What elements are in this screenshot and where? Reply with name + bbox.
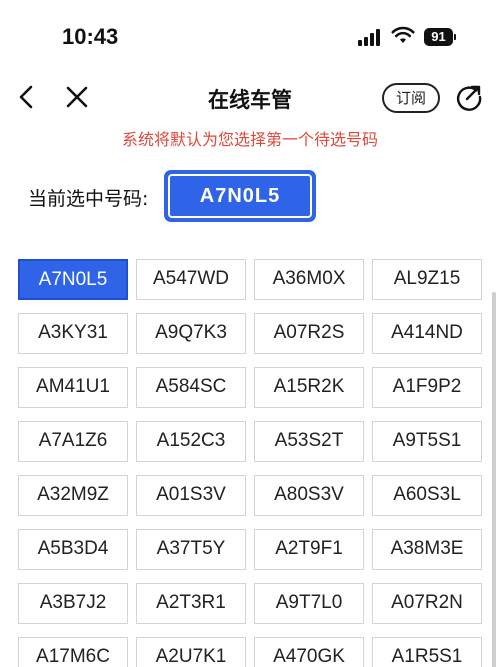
battery-icon: 91: [424, 28, 456, 46]
plate-option[interactable]: A7N0L5: [18, 259, 128, 300]
nav-bar: 在线车管 订阅: [0, 72, 500, 122]
plate-option[interactable]: A3KY31: [18, 313, 128, 354]
plate-option[interactable]: A32M9Z: [18, 475, 128, 516]
cellular-signal-icon: [358, 28, 384, 46]
plate-option[interactable]: A547WD: [136, 259, 246, 300]
plate-option[interactable]: A2U7K1: [136, 637, 246, 667]
plate-option[interactable]: A2T3R1: [136, 583, 246, 624]
wifi-icon: [391, 26, 415, 43]
plate-option[interactable]: A1F9P2: [372, 367, 482, 408]
plate-option[interactable]: A60S3L: [372, 475, 482, 516]
status-bar: 10:43 91: [0, 0, 500, 70]
current-plate-badge: A7N0L5: [164, 170, 316, 222]
plate-option[interactable]: A38M3E: [372, 529, 482, 570]
plate-option[interactable]: A80S3V: [254, 475, 364, 516]
plate-option[interactable]: A414ND: [372, 313, 482, 354]
plate-option[interactable]: A36M0X: [254, 259, 364, 300]
plate-option[interactable]: A9T7L0: [254, 583, 364, 624]
status-time: 10:43: [62, 24, 119, 49]
plate-option[interactable]: AM41U1: [18, 367, 128, 408]
plate-option[interactable]: A07R2S: [254, 313, 364, 354]
default-selection-notice: 系统将默认为您选择第一个待选号码: [121, 130, 378, 149]
plate-option[interactable]: A37T5Y: [136, 529, 246, 570]
battery-level: 91: [424, 28, 453, 46]
plate-option[interactable]: A07R2N: [372, 583, 482, 624]
share-icon[interactable]: [454, 82, 484, 112]
current-plate-number: A7N0L5: [168, 174, 312, 218]
plate-option[interactable]: AL9Z15: [372, 259, 482, 300]
plate-option[interactable]: A584SC: [136, 367, 246, 408]
plate-option[interactable]: A1R5S1: [372, 637, 482, 667]
current-plate-label: 当前选中号码:: [28, 188, 149, 210]
plate-option[interactable]: A15R2K: [254, 367, 364, 408]
plate-option[interactable]: A7A1Z6: [18, 421, 128, 462]
plate-option[interactable]: A01S3V: [136, 475, 246, 516]
plate-option[interactable]: A9T5S1: [372, 421, 482, 462]
scrollbar[interactable]: [492, 292, 496, 667]
plate-option[interactable]: A470GK: [254, 637, 364, 667]
subscribe-button[interactable]: 订阅: [382, 83, 440, 113]
plate-option[interactable]: A2T9F1: [254, 529, 364, 570]
plate-option[interactable]: A17M6C: [18, 637, 128, 667]
plate-option[interactable]: A152C3: [136, 421, 246, 462]
plate-option[interactable]: A5B3D4: [18, 529, 128, 570]
plate-option[interactable]: A9Q7K3: [136, 313, 246, 354]
plate-option[interactable]: A3B7J2: [18, 583, 128, 624]
plate-option[interactable]: A53S2T: [254, 421, 364, 462]
